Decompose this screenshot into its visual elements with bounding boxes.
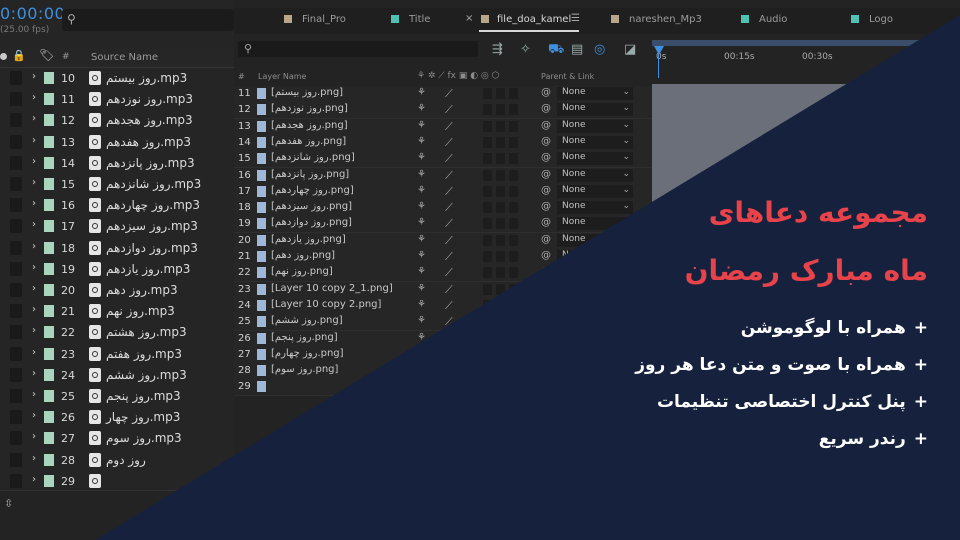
bullet-plus: +: [913, 355, 928, 375]
feature-text: همراه با لوگوموشن: [740, 318, 906, 338]
feature-text: پنل کنترل اختصاصی تنظیمات: [656, 392, 906, 412]
screenshot-stage: 0:00:00 (25.00 fps) ⚲ 🔒 🏷 # Source Name …: [0, 0, 960, 540]
promo-feature-item: پنل کنترل اختصاصی تنظیمات +: [657, 392, 928, 412]
bullet-plus: +: [913, 318, 928, 338]
promo-title-line1: مجموعه دعاهای: [708, 196, 928, 229]
feature-text: همراه با صوت و متن دعا هر روز: [635, 355, 906, 375]
promo-feature-item: رندر سریع +: [819, 429, 928, 449]
promo-feature-item: همراه با لوگوموشن +: [741, 318, 928, 338]
promo-title-line2: ماه مبارک رمضان: [684, 254, 928, 287]
feature-text: رندر سریع: [818, 429, 906, 449]
bullet-plus: +: [913, 392, 928, 412]
promo-feature-item: همراه با صوت و متن دعا هر روز +: [635, 355, 928, 375]
bullet-plus: +: [913, 429, 928, 449]
